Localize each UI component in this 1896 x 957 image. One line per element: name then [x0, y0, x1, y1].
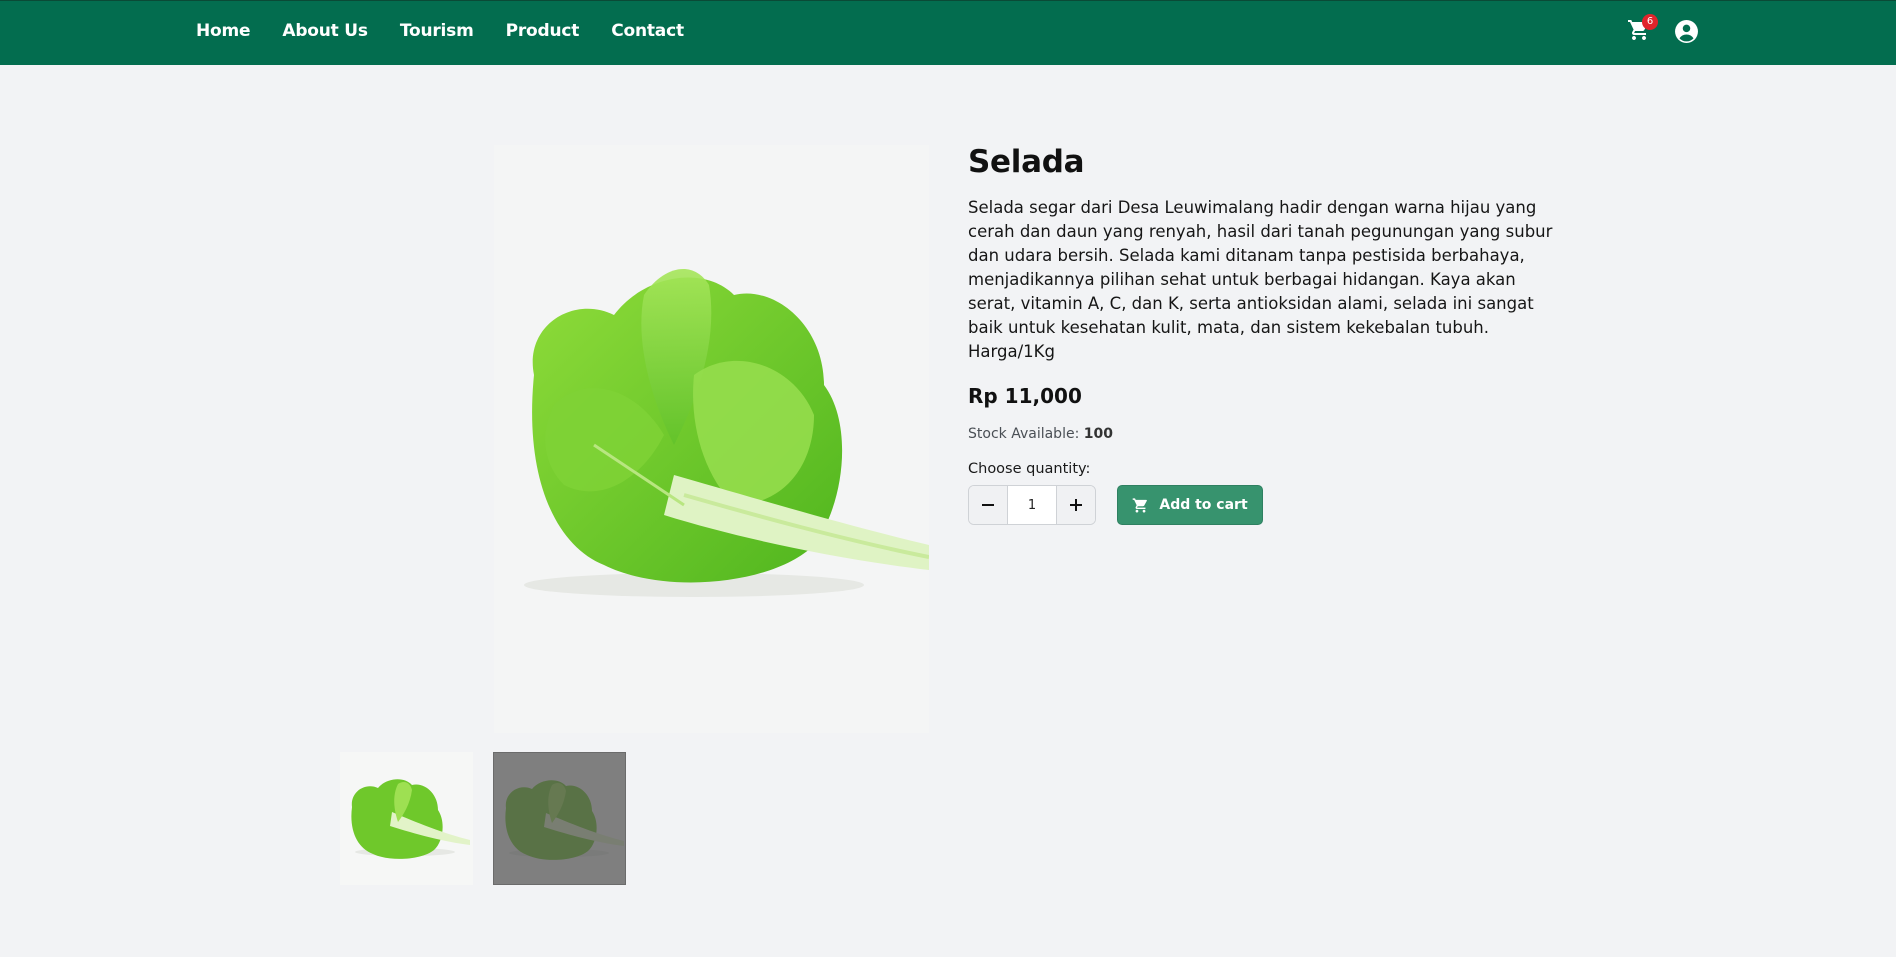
cart-button[interactable]: 6 — [1627, 14, 1658, 44]
quantity-row: Add to cart — [968, 485, 1568, 525]
quantity-stepper — [968, 485, 1096, 525]
product-title: Selada — [968, 144, 1085, 180]
plus-icon — [1070, 499, 1082, 511]
product-thumbnail-1[interactable] — [340, 752, 473, 885]
increase-quantity-button[interactable] — [1056, 486, 1095, 524]
add-to-cart-button[interactable]: Add to cart — [1117, 485, 1263, 525]
product-thumbnail-2[interactable] — [493, 752, 626, 885]
product-info: Selada Selada segar dari Desa Leuwimalan… — [968, 140, 1568, 525]
nav-home[interactable]: Home — [196, 19, 251, 43]
stock-label: Stock Available: — [968, 426, 1080, 442]
thumbnail-selected-overlay — [494, 753, 625, 884]
product-description: Selada segar dari Desa Leuwimalang hadir… — [968, 198, 1553, 361]
user-circle-icon — [1675, 20, 1698, 43]
cart-icon — [1133, 497, 1148, 513]
minus-icon — [982, 504, 994, 506]
stock-value: 100 — [1083, 426, 1113, 442]
decrease-quantity-button[interactable] — [969, 486, 1008, 524]
quantity-label: Choose quantity: — [968, 461, 1091, 477]
product-main-image — [494, 145, 930, 733]
nav-about-us[interactable]: About Us — [282, 19, 368, 43]
nav-contact[interactable]: Contact — [611, 19, 684, 43]
nav-product[interactable]: Product — [506, 19, 580, 43]
nav-links: Home About Us Tourism Product Contact — [196, 19, 716, 43]
stock-info: Stock Available: 100 — [968, 424, 1568, 444]
add-to-cart-label: Add to cart — [1159, 497, 1248, 513]
lettuce-image — [524, 268, 930, 597]
product-price: Rp 11,000 — [968, 384, 1082, 408]
quantity-input[interactable] — [1008, 486, 1056, 524]
user-account-button[interactable] — [1674, 19, 1700, 45]
cart-count-badge: 6 — [1642, 14, 1658, 30]
top-navbar: Home About Us Tourism Product Contact 6 — [0, 0, 1896, 65]
lettuce-thumbnail-image — [351, 779, 470, 859]
nav-tourism[interactable]: Tourism — [400, 19, 474, 43]
